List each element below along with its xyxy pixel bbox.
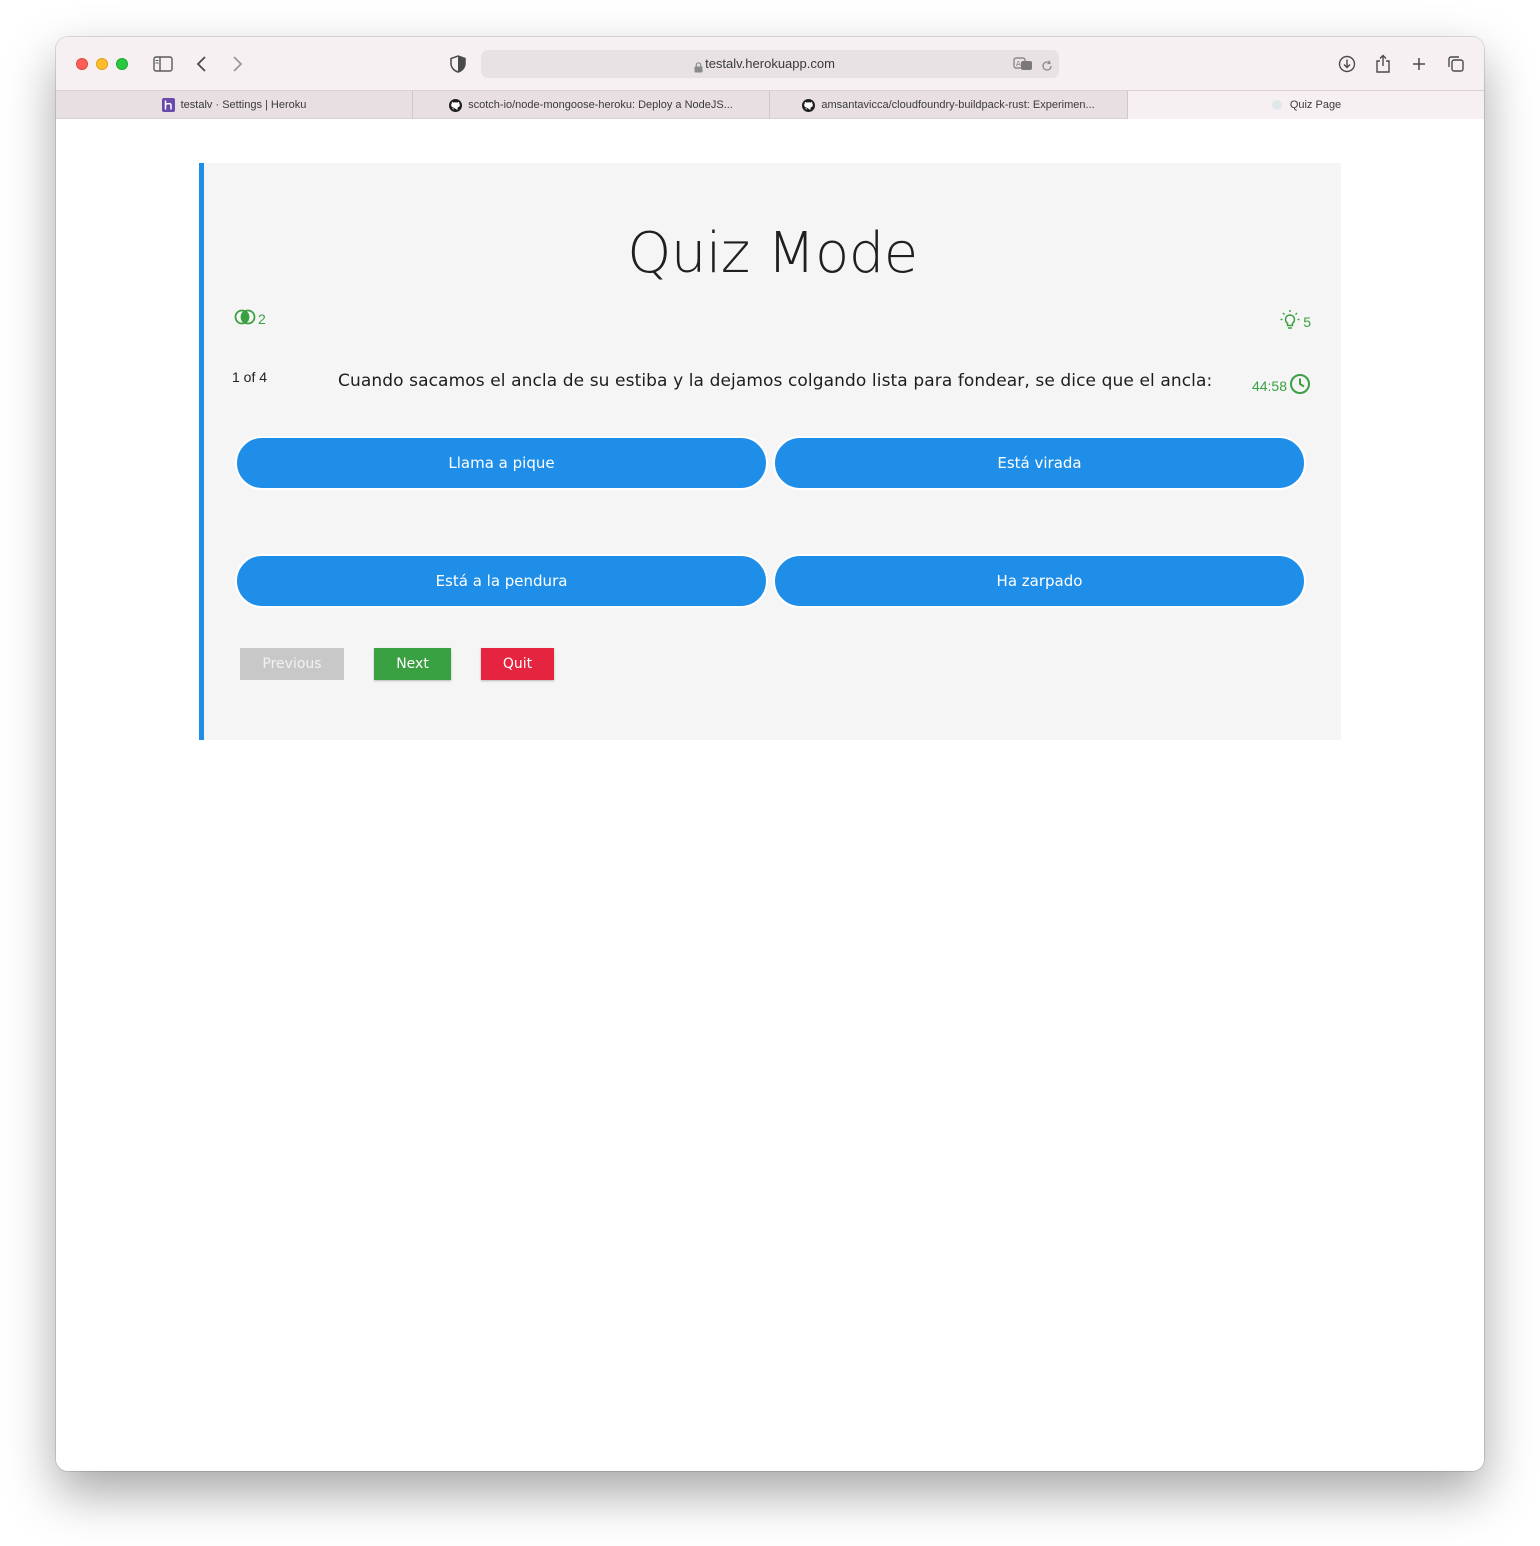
fifty-fifty-icon [234, 309, 256, 328]
lifelines-count: 2 [258, 310, 266, 327]
github-icon [802, 98, 816, 112]
downloads-icon[interactable] [1335, 52, 1359, 76]
timer-value: 44:58 [1251, 377, 1287, 394]
answer-option-4[interactable]: Ha zarpado [773, 554, 1306, 608]
svg-text:A: A [1016, 60, 1021, 68]
question-text: Cuando sacamos el ancla de su estiba y l… [338, 371, 1213, 391]
hints-stat[interactable]: 5 [1279, 309, 1311, 334]
tab-heroku-settings[interactable]: testalv · Settings | Heroku [56, 91, 413, 119]
hints-count: 5 [1303, 313, 1311, 330]
clock-icon [1289, 373, 1311, 398]
answer-option-1[interactable]: Llama a pique [235, 436, 768, 490]
tab-node-mongoose-heroku[interactable]: scotch-io/node-mongoose-heroku: Deploy a… [413, 91, 770, 119]
next-button[interactable]: Next [374, 648, 451, 680]
tab-overview-icon[interactable] [1444, 52, 1468, 76]
answer-option-3[interactable]: Está a la pendura [235, 554, 768, 608]
tab-cloudfoundry-buildpack-rust[interactable]: amsantavicca/cloudfoundry-buildpack-rust… [770, 91, 1128, 119]
new-tab-icon[interactable] [1407, 52, 1431, 76]
quiz-timer: 44:58 [1252, 373, 1311, 398]
zoom-window-button[interactable] [116, 58, 128, 70]
page-title: Quiz Mode [627, 221, 918, 286]
lightbulb-icon [1279, 309, 1301, 334]
tab-label: testalv · Settings | Heroku [180, 99, 307, 111]
heroku-icon [161, 98, 175, 112]
translate-icon[interactable]: A [1013, 56, 1033, 75]
reload-icon[interactable] [1041, 57, 1053, 76]
privacy-shield-icon[interactable] [446, 52, 470, 76]
address-url: testalv.herokuapp.com [705, 56, 835, 71]
tab-label: Quiz Page [1289, 99, 1342, 111]
previous-button[interactable]: Previous [240, 648, 344, 680]
page-icon [1271, 99, 1284, 112]
github-icon [449, 98, 463, 112]
quiz-card: Quiz Mode 2 5 1 of 4 Cuando sacamos el a… [199, 163, 1341, 740]
share-icon[interactable] [1371, 52, 1395, 76]
tab-bar: testalv · Settings | Heroku scotch-io/no… [56, 90, 1484, 119]
sidebar-toggle-icon[interactable] [151, 52, 175, 76]
browser-toolbar: testalv.herokuapp.com A [56, 37, 1484, 90]
browser-window: testalv.herokuapp.com A testalv · Settin [56, 37, 1484, 1471]
minimize-window-button[interactable] [96, 58, 108, 70]
forward-icon[interactable] [225, 52, 249, 76]
back-icon[interactable] [190, 52, 214, 76]
page-content: Quiz Mode 2 5 1 of 4 Cuando sacamos el a… [56, 119, 1484, 1471]
address-bar[interactable]: testalv.herokuapp.com A [481, 50, 1059, 78]
quit-button[interactable]: Quit [481, 648, 554, 680]
close-window-button[interactable] [76, 58, 88, 70]
tab-label: amsantavicca/cloudfoundry-buildpack-rust… [821, 99, 1095, 111]
answer-option-2[interactable]: Está virada [773, 436, 1306, 490]
tab-label: scotch-io/node-mongoose-heroku: Deploy a… [468, 99, 733, 111]
tab-quiz-page[interactable]: Quiz Page [1128, 91, 1484, 119]
question-counter: 1 of 4 [232, 369, 268, 385]
lifelines-stat[interactable]: 2 [234, 309, 266, 328]
